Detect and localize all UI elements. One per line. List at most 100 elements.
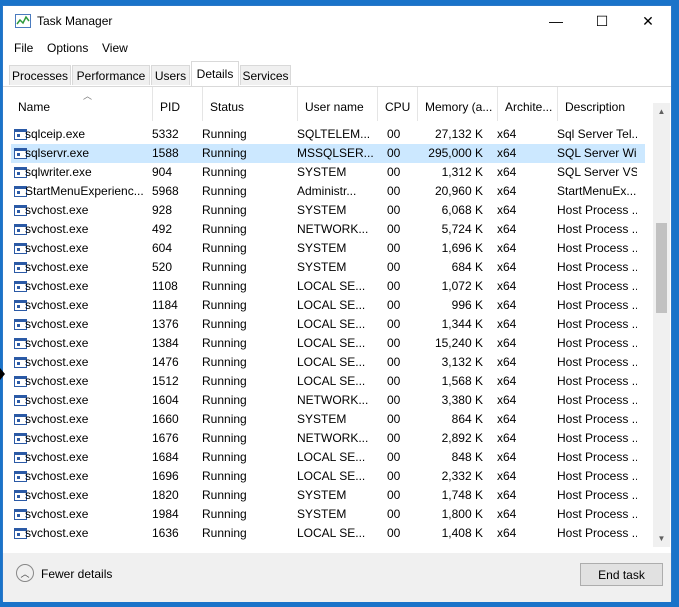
- tab-services[interactable]: Services: [240, 65, 291, 85]
- tab-details[interactable]: Details: [191, 61, 239, 86]
- table-row[interactable]: svchost.exe 1684 Running LOCAL SE... 00 848 K…: [11, 448, 645, 467]
- cell-name: svchost.exe: [25, 545, 149, 547]
- table-row[interactable]: StartMenuExperienc... 5968 Running Administ…: [11, 182, 645, 201]
- cell-cpu: 00: [387, 450, 401, 464]
- cell-desc: SQL Server VS...: [557, 165, 637, 179]
- menu-file[interactable]: File: [14, 41, 33, 55]
- table-row[interactable]: svchost.exe 1660 Running SYSTEM 00 864 K x64 Ho…: [11, 410, 645, 429]
- cell-cpu: 00: [387, 526, 401, 540]
- cell-desc: SQL Server Wi...: [557, 146, 637, 160]
- table-row[interactable]: svchost.exe 928 Running SYSTEM 00 6,068 K x64 H…: [11, 201, 645, 220]
- table-row[interactable]: svchost.exe 1376 Running LOCAL SE... 00 1,344…: [11, 315, 645, 334]
- table-row[interactable]: svchost.exe 1696 Running LOCAL SE... 00 2,332…: [11, 467, 645, 486]
- cell-pid: 1376: [152, 317, 179, 331]
- cell-cpu: 00: [387, 393, 401, 407]
- cell-status: Running: [202, 355, 247, 369]
- cell-status: Running: [202, 146, 247, 160]
- cell-name: svchost.exe: [25, 374, 89, 388]
- maximize-button[interactable]: ☐: [579, 6, 625, 36]
- column-header-name[interactable]: Name ︿: [11, 87, 153, 121]
- table-row[interactable]: svchost.exe 1820 Running SYSTEM 00 1,748 K x64…: [11, 486, 645, 505]
- cell-memory: 3,132 K: [441, 355, 483, 369]
- table-row[interactable]: svchost.exe 492 Running NETWORK... 00 5,724 K…: [11, 220, 645, 239]
- vertical-scrollbar[interactable]: ▲ ▼: [653, 103, 670, 547]
- cell-pid: 604: [152, 241, 173, 255]
- cell-arch: x64: [497, 241, 517, 255]
- table-row[interactable]: sqlservr.exe 1588 Running MSSQLSER... 00 295,…: [11, 144, 645, 163]
- cell-pid: 1660: [152, 412, 179, 426]
- cell-desc: Host Process ...: [557, 374, 637, 388]
- column-header-status[interactable]: Status: [203, 87, 298, 121]
- scroll-up-icon[interactable]: ▲: [653, 103, 670, 120]
- minimize-button[interactable]: —: [533, 6, 579, 36]
- end-task-button[interactable]: End task: [580, 563, 663, 586]
- table-row[interactable]: svchost.exe 520 Running SYSTEM 00 684 K x64 Hos…: [11, 258, 645, 277]
- table-row[interactable]: svchost.exe 1512 Running LOCAL SE... 00 1,568…: [11, 372, 645, 391]
- scroll-thumb[interactable]: [656, 223, 667, 313]
- cell-status: Running: [202, 241, 247, 255]
- cell-user: SYSTEM: [297, 241, 347, 255]
- cell-user: NETWORK...: [297, 393, 369, 407]
- cell-user: Administr...: [297, 184, 357, 198]
- cell-user: LOCAL SE...: [297, 336, 366, 350]
- cell-cpu: 00: [387, 336, 401, 350]
- cell-cpu: 00: [387, 298, 401, 312]
- cell-memory: 4,648 K: [417, 545, 483, 547]
- column-header-memory[interactable]: Memory (a...: [418, 87, 498, 121]
- cell-name: svchost.exe: [25, 450, 89, 464]
- column-header-status-label: Status: [210, 100, 245, 114]
- table-row[interactable]: svchost.exe2024 Running SYSTEM 004,648 K x64…: [11, 543, 645, 547]
- cell-desc: Host Process ...: [557, 279, 637, 293]
- table-row[interactable]: svchost.exe 1476 Running LOCAL SE... 00 3,132…: [11, 353, 645, 372]
- cell-status: Running: [202, 317, 247, 331]
- table-row[interactable]: sqlwriter.exe 904 Running SYSTEM 00 1,312 K x6…: [11, 163, 645, 182]
- column-header-architecture[interactable]: Archite...: [498, 87, 558, 121]
- column-header-cpu[interactable]: CPU: [378, 87, 418, 121]
- column-header-pid[interactable]: PID: [153, 87, 203, 121]
- tab-users[interactable]: Users: [151, 65, 190, 85]
- cell-name: svchost.exe: [25, 260, 89, 274]
- cell-name: sqlceip.exe: [25, 127, 86, 141]
- table-row[interactable]: svchost.exe 604 Running SYSTEM 00 1,696 K x64 H…: [11, 239, 645, 258]
- table-row[interactable]: sqlceip.exe 5332 Running SQLTELEM... 00 27,13…: [11, 125, 645, 144]
- fewer-details-link[interactable]: Fewer details: [41, 567, 112, 581]
- table-row[interactable]: svchost.exe 1636 Running LOCAL SE... 00 1,408…: [11, 524, 645, 543]
- cell-cpu: 00: [387, 469, 401, 483]
- table-row[interactable]: svchost.exe 1384 Running LOCAL SE... 00 15,24…: [11, 334, 645, 353]
- close-button[interactable]: ✕: [625, 6, 671, 36]
- cell-user: SYSTEM: [297, 545, 373, 547]
- cell-desc: Host Process ...: [557, 526, 637, 540]
- cell-status: Running: [202, 393, 247, 407]
- cell-status: Running: [202, 507, 247, 521]
- table-row[interactable]: svchost.exe 1984 Running SYSTEM 00 1,800 K x64…: [11, 505, 645, 524]
- cell-pid: 1184: [152, 298, 178, 312]
- column-header-description[interactable]: Description: [558, 87, 653, 121]
- cell-status: Running: [202, 545, 292, 547]
- cell-name: svchost.exe: [25, 317, 89, 331]
- cell-status: Running: [202, 184, 247, 198]
- scroll-down-icon[interactable]: ▼: [653, 530, 670, 547]
- table-row[interactable]: svchost.exe 1604 Running NETWORK... 00 3,380 …: [11, 391, 645, 410]
- cell-pid: 1820: [152, 488, 179, 502]
- cell-pid: 1696: [152, 469, 179, 483]
- cell-name: svchost.exe: [25, 412, 89, 426]
- menu-options[interactable]: Options: [47, 41, 88, 55]
- tab-strip: Processes Performance Users Details Serv…: [3, 60, 671, 87]
- table-row[interactable]: svchost.exe 1108 Running LOCAL SE... 00 1,072…: [11, 277, 645, 296]
- cell-user: SYSTEM: [297, 412, 347, 426]
- chevron-up-icon[interactable]: ︿: [16, 564, 34, 582]
- cell-name: sqlservr.exe: [25, 146, 90, 160]
- cell-cpu: 00: [387, 279, 401, 293]
- column-header-user[interactable]: User name: [298, 87, 378, 121]
- cell-user: LOCAL SE...: [297, 298, 366, 312]
- cell-pid: 1588: [152, 146, 179, 160]
- table-row[interactable]: svchost.exe 1676 Running NETWORK... 00 2,892 …: [11, 429, 645, 448]
- tab-processes[interactable]: Processes: [9, 65, 71, 85]
- menu-view[interactable]: View: [102, 41, 128, 55]
- cell-cpu: 00: [387, 241, 401, 255]
- cell-status: Running: [202, 469, 247, 483]
- details-panel: Name ︿ PID Status User name CPU Memory (…: [3, 87, 671, 553]
- cell-name: svchost.exe: [25, 241, 89, 255]
- table-row[interactable]: svchost.exe 1184 Running LOCAL SE... 00 996 K…: [11, 296, 645, 315]
- tab-performance[interactable]: Performance: [72, 65, 150, 85]
